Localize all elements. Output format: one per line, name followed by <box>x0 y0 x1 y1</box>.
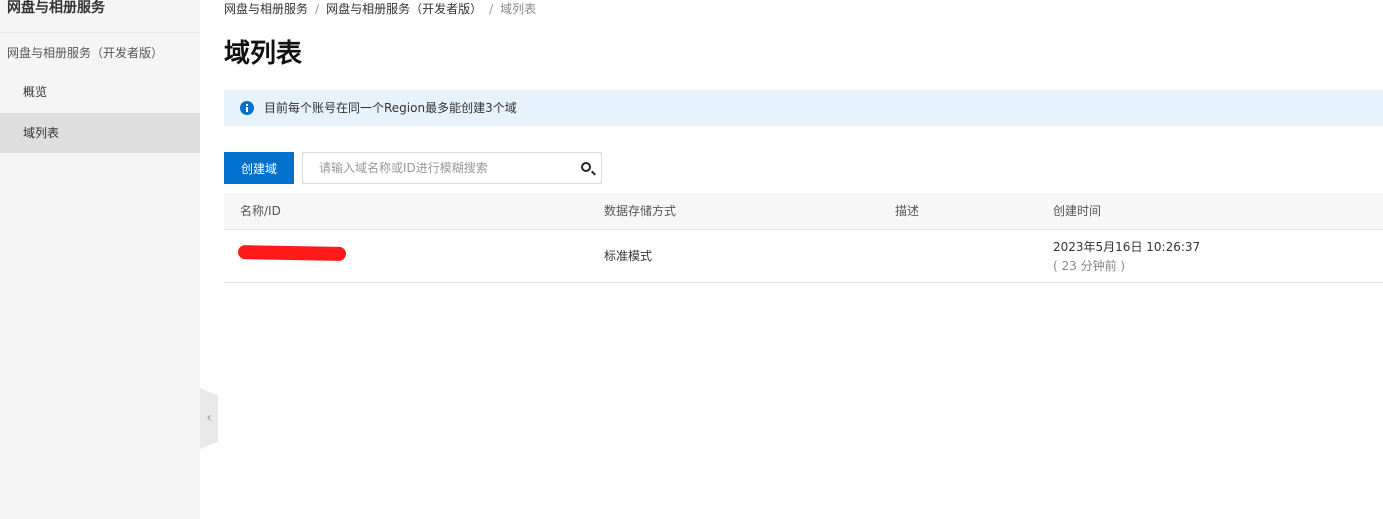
column-header-description: 描述 <box>895 204 920 218</box>
redacted-domain-name[interactable] <box>237 245 347 261</box>
search-box <box>302 152 602 184</box>
domain-table: 名称/ID 数据存储方式 描述 创建时间 标准模式 2023年5月16日 10:… <box>224 193 1383 283</box>
sidebar-title: 网盘与相册服务 <box>7 0 105 16</box>
info-notice: 目前每个账号在同一个Region最多能创建3个域 <box>224 90 1383 126</box>
notice-text: 目前每个账号在同一个Region最多能创建3个域 <box>264 101 517 115</box>
breadcrumb-separator: / <box>489 2 494 16</box>
create-domain-button[interactable]: 创建域 <box>224 152 294 184</box>
storage-mode-cell: 标准模式 <box>604 249 653 263</box>
table-row: 标准模式 2023年5月16日 10:26:37 ( 23 分钟前 ) <box>224 230 1383 283</box>
sidebar-item-domain-list[interactable]: 域列表 <box>0 113 200 153</box>
column-header-storage: 数据存储方式 <box>604 204 677 218</box>
sidebar-item-overview[interactable]: 概览 <box>0 72 200 112</box>
page-title: 域列表 <box>224 39 303 69</box>
sidebar-collapse-handle[interactable]: ‹ <box>200 388 218 449</box>
table-header: 名称/ID 数据存储方式 描述 创建时间 <box>224 193 1383 230</box>
column-header-created: 创建时间 <box>1053 204 1102 218</box>
sidebar-divider <box>0 32 200 33</box>
column-header-name-id: 名称/ID <box>240 204 281 218</box>
sidebar: 网盘与相册服务 网盘与相册服务（开发者版） 概览 域列表 <box>0 0 200 519</box>
breadcrumb-item-service[interactable]: 网盘与相册服务 <box>224 2 308 16</box>
breadcrumb: 网盘与相册服务 / 网盘与相册服务（开发者版） / 域列表 <box>224 0 536 18</box>
created-time-cell: 2023年5月16日 10:26:37 <box>1053 240 1201 254</box>
created-relative-time: ( 23 分钟前 ) <box>1053 259 1126 273</box>
sidebar-product-label: 网盘与相册服务（开发者版） <box>7 46 164 60</box>
chevron-left-icon: ‹ <box>206 410 212 426</box>
info-icon <box>240 101 254 115</box>
breadcrumb-separator: / <box>315 2 320 16</box>
search-input[interactable] <box>303 153 563 183</box>
breadcrumb-item-developer-edition[interactable]: 网盘与相册服务（开发者版） <box>326 2 482 16</box>
breadcrumb-item-current: 域列表 <box>500 2 537 16</box>
search-icon[interactable] <box>581 162 591 172</box>
